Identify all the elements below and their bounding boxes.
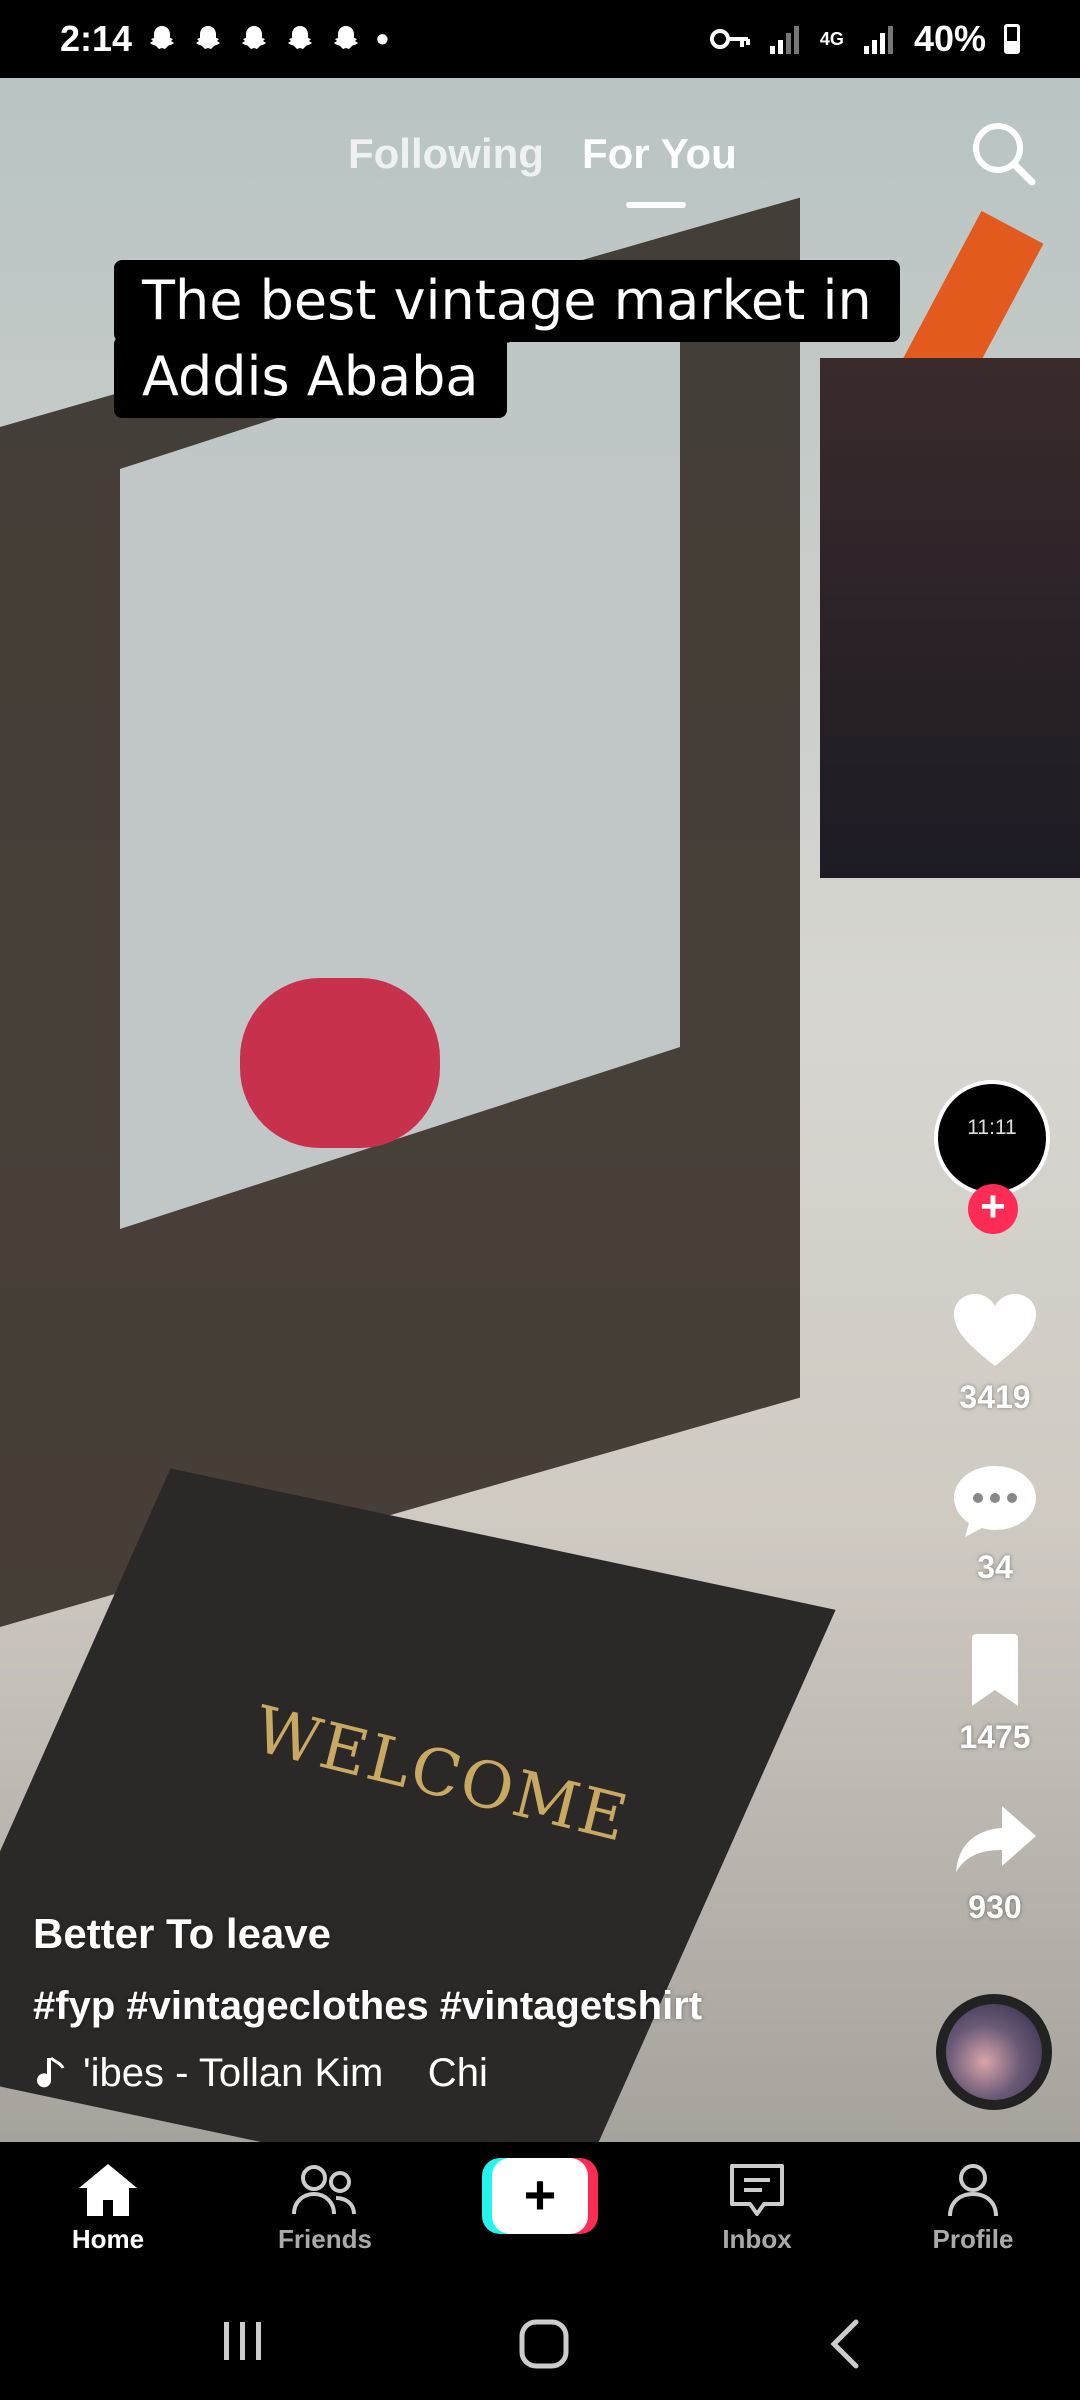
music-note-icon	[37, 2056, 65, 2087]
nav-profile-label: Profile	[932, 2224, 1014, 2254]
home-icon	[79, 2164, 137, 2216]
share-arrow-icon	[956, 1806, 1036, 1872]
status-left: 2:14 •	[60, 18, 389, 60]
tab-following[interactable]: Following	[348, 130, 544, 178]
like-count: 3419	[959, 1379, 1031, 1415]
comment-button[interactable]: 34	[930, 1460, 1060, 1586]
search-button[interactable]	[968, 118, 1038, 188]
tab-active-indicator	[626, 202, 686, 208]
sound-name: 'ibes - Tollan Kim Chi	[83, 2051, 488, 2095]
vpn-key-icon	[709, 29, 750, 49]
recent-apps-button[interactable]	[218, 2316, 268, 2371]
snapchat-icon	[242, 26, 267, 49]
creator-avatar[interactable]: 11:11	[934, 1080, 1050, 1196]
video-scene-clothes	[240, 978, 440, 1148]
caption-line-1: The best vintage market in	[114, 260, 900, 342]
create-button[interactable]: +	[482, 2158, 598, 2234]
feed-tabs: Following For You	[0, 120, 1080, 220]
like-button[interactable]: 3419	[930, 1290, 1060, 1416]
share-count: 930	[968, 1889, 1022, 1925]
network-type: 4G	[819, 29, 844, 49]
music-disc[interactable]	[936, 1994, 1052, 2110]
comment-count: 34	[977, 1549, 1013, 1585]
status-time: 2:14	[60, 18, 133, 59]
video-caption-overlay: The best vintage market in Addis Ababa	[114, 260, 936, 418]
system-nav-bar	[0, 2292, 1080, 2400]
comment-icon	[954, 1466, 1036, 1537]
share-button[interactable]: 930	[930, 1800, 1060, 1926]
caption-line-2: Addis Ababa	[114, 336, 507, 418]
status-right: 4G 40%	[709, 18, 1020, 60]
home-system-button[interactable]	[516, 2316, 572, 2377]
home-circle-icon	[519, 2319, 569, 2369]
status-dot: •	[376, 18, 389, 59]
follow-button[interactable]: +	[968, 1184, 1018, 1234]
friends-icon	[292, 2165, 356, 2215]
search-icon	[973, 123, 1036, 186]
nav-profile[interactable]: Profile	[898, 2162, 1048, 2255]
battery-percent: 40%	[913, 18, 986, 59]
nav-friends[interactable]: Friends	[250, 2162, 400, 2255]
save-button[interactable]: 1475	[930, 1630, 1060, 1756]
snapchat-icon	[196, 26, 221, 49]
snapchat-icon	[150, 26, 175, 49]
nav-friends-label: Friends	[278, 2224, 372, 2254]
bookmark-icon	[972, 1634, 1018, 1706]
author-name[interactable]: Better To leave	[33, 1910, 913, 1958]
post-info: Better To leave #fyp #vintageclothes #vi…	[33, 1910, 913, 2096]
sound-row[interactable]: 'ibes - Tollan Kim Chi	[33, 2051, 913, 2096]
signal-icon	[769, 26, 799, 54]
snapchat-icon	[288, 26, 313, 49]
save-count: 1475	[959, 1719, 1031, 1755]
post-description[interactable]: #fyp #vintageclothes #vintagetshirt	[33, 1984, 913, 2029]
recent-apps-icon	[224, 2322, 261, 2360]
heart-icon	[954, 1294, 1036, 1366]
video-scene-shelf	[820, 358, 1080, 878]
nav-inbox[interactable]: Inbox	[682, 2162, 832, 2255]
nav-home-label: Home	[71, 2224, 145, 2254]
nav-home[interactable]: Home	[33, 2162, 183, 2255]
inbox-icon	[730, 2164, 784, 2216]
back-chevron-icon	[830, 2319, 859, 2369]
back-button[interactable]	[822, 2316, 872, 2377]
snapchat-icon	[334, 26, 359, 49]
tab-for-you[interactable]: For You	[582, 130, 737, 178]
battery-icon	[1004, 24, 1020, 54]
profile-icon	[948, 2164, 998, 2217]
avatar-time: 11:11	[967, 1116, 1017, 1139]
nav-inbox-label: Inbox	[722, 2224, 792, 2254]
bottom-nav: Home Friends + Inbox Profile	[0, 2142, 1080, 2292]
status-bar: 2:14 • 4G 40%	[0, 0, 1080, 78]
signal-icon	[863, 26, 893, 54]
plus-icon: +	[492, 2158, 588, 2234]
